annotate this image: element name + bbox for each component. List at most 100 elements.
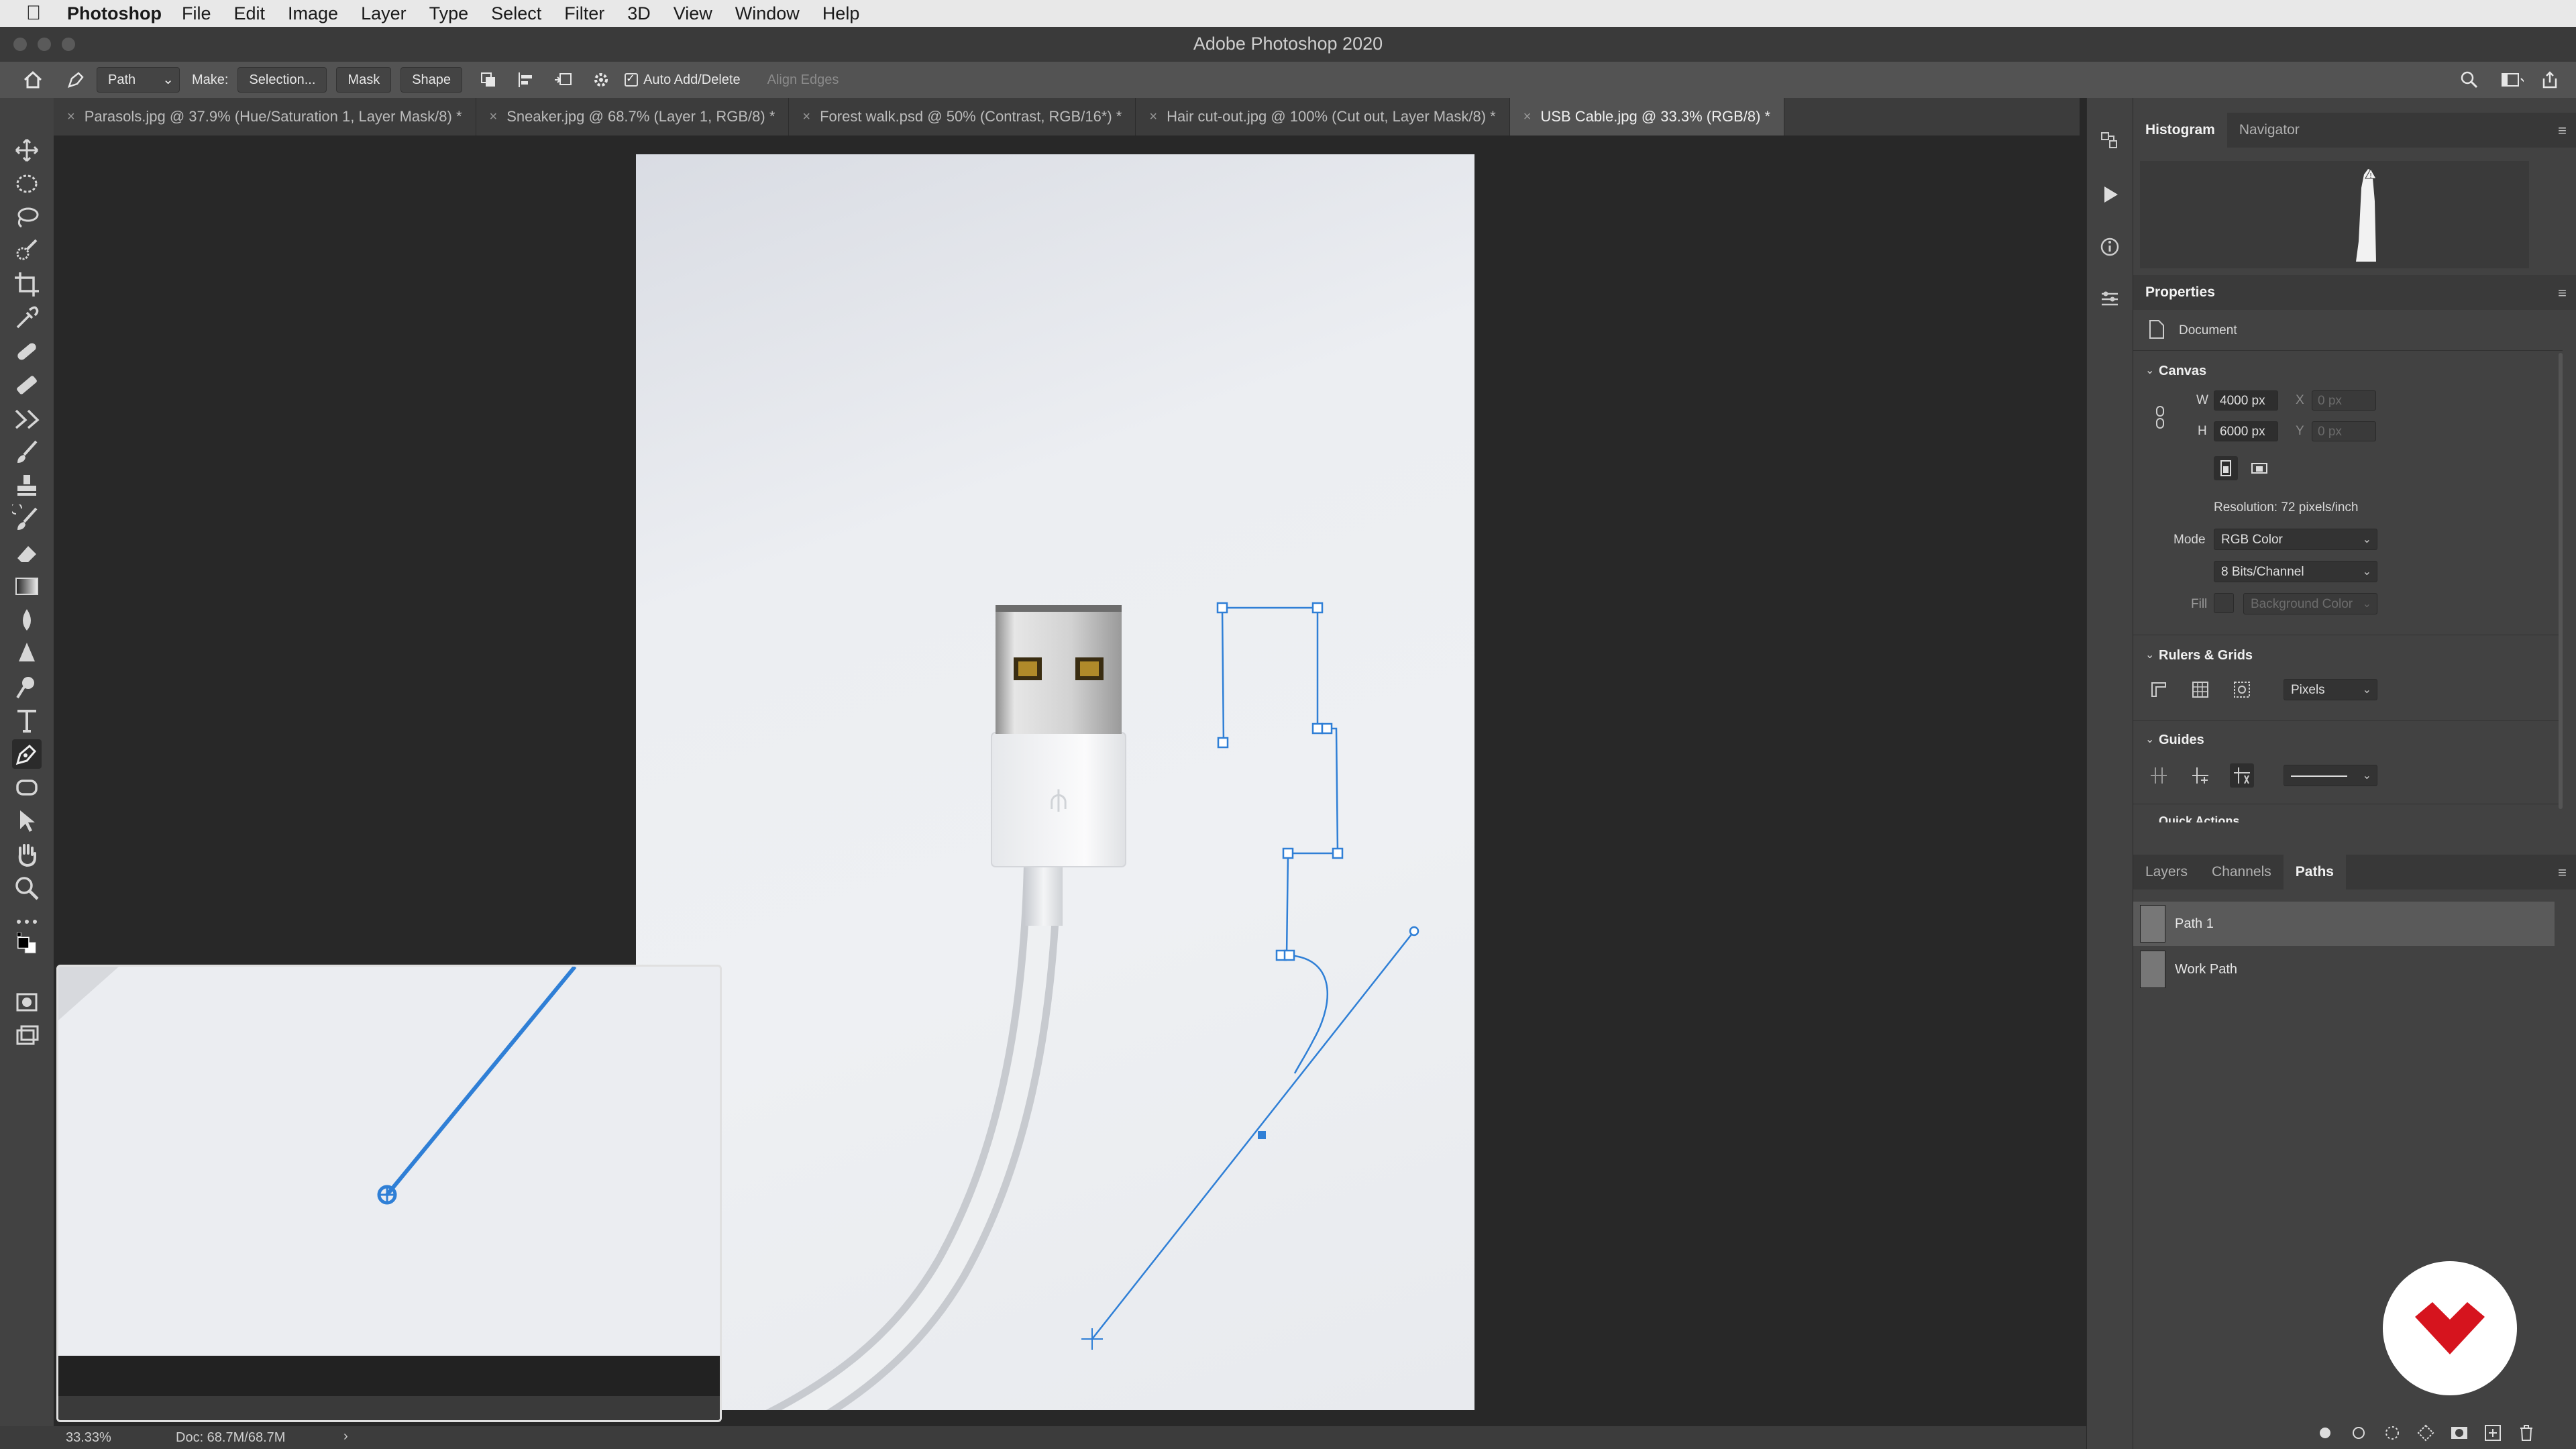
tab-hair-cut-out[interactable]: × Hair cut-out.jpg @ 100% (Cut out, Layer… <box>1136 98 1510 136</box>
home-icon[interactable] <box>21 68 44 91</box>
tab-navigator[interactable]: Navigator <box>2227 113 2312 148</box>
selection-load-icon[interactable] <box>2381 1422 2403 1444</box>
link-icon[interactable] <box>2153 405 2167 429</box>
history-icon[interactable] <box>2096 127 2123 154</box>
guide-layout-icon[interactable] <box>2147 763 2171 788</box>
info-icon[interactable] <box>2096 233 2123 260</box>
panel-menu-icon[interactable]: ≡ <box>2558 864 2567 881</box>
canvas-section-title[interactable]: Canvas <box>2159 364 2206 379</box>
eraser-tool-icon[interactable] <box>12 538 42 568</box>
landscape-orientation-icon[interactable] <box>2247 456 2271 480</box>
menu-filter[interactable]: Filter <box>564 3 604 24</box>
type-tool-icon[interactable] <box>12 706 42 735</box>
clone-stamp-tool-icon[interactable] <box>12 471 42 500</box>
path-alignment-icon[interactable] <box>515 68 537 91</box>
healing-brush-tool-icon[interactable] <box>12 337 42 366</box>
menu-3d[interactable]: 3D <box>627 3 651 24</box>
quick-actions-title[interactable]: Quick Actions <box>2159 814 2239 822</box>
pixel-grid-icon[interactable] <box>2230 678 2254 702</box>
lasso-tool-icon[interactable] <box>12 203 42 232</box>
path-arrangement-icon[interactable] <box>552 68 575 91</box>
tab-histogram[interactable]: Histogram <box>2133 113 2227 148</box>
hand-tool-icon[interactable] <box>12 840 42 869</box>
guide-style-dropdown[interactable]: ⌄ <box>2284 765 2377 786</box>
panel-menu-icon[interactable]: ≡ <box>2558 284 2567 302</box>
menu-select[interactable]: Select <box>491 3 541 24</box>
tool-mode-dropdown[interactable]: Path ⌄ <box>97 67 180 93</box>
trash-icon[interactable] <box>2516 1422 2537 1444</box>
screen-mode-icon[interactable] <box>12 1021 42 1051</box>
canvas-width-field[interactable]: 4000 px <box>2214 390 2278 411</box>
close-tab-icon[interactable]: × <box>1523 109 1532 125</box>
menu-layer[interactable]: Layer <box>361 3 407 24</box>
make-work-path-icon[interactable] <box>2415 1422 2436 1444</box>
properties-icon[interactable] <box>2096 286 2123 313</box>
close-tab-icon[interactable]: × <box>490 109 498 125</box>
color-mode-dropdown[interactable]: RGB Color ⌄ <box>2214 529 2377 550</box>
quick-selection-tool-icon[interactable] <box>12 236 42 266</box>
zoom-level[interactable]: 33.33% <box>66 1430 111 1446</box>
play-icon[interactable] <box>2096 181 2123 208</box>
pen-tool-icon[interactable] <box>12 739 42 769</box>
dodge-tool-icon[interactable] <box>12 639 42 668</box>
tab-usb-cable[interactable]: × USB Cable.jpg @ 33.3% (RGB/8) * <box>1509 98 1785 136</box>
fill-circle-icon[interactable] <box>2314 1422 2336 1444</box>
portrait-orientation-icon[interactable] <box>2214 456 2238 480</box>
ruler-units-dropdown[interactable]: Pixels ⌄ <box>2284 679 2377 700</box>
new-guide-layout-icon[interactable] <box>2188 763 2212 788</box>
move-tool-icon[interactable] <box>12 136 42 165</box>
menu-type[interactable]: Type <box>429 3 469 24</box>
grid-icon[interactable] <box>2188 678 2212 702</box>
gradient-tool-icon[interactable] <box>12 572 42 601</box>
chevron-down-icon[interactable]: ⌄ <box>2145 648 2154 661</box>
properties-scrollbar[interactable] <box>2559 353 2563 809</box>
panel-menu-icon[interactable]: ≡ <box>2558 122 2567 140</box>
canvas-height-field[interactable]: 6000 px <box>2214 421 2278 441</box>
brush-tool-icon[interactable] <box>12 370 42 400</box>
tab-parasols[interactable]: × Parasols.jpg @ 37.9% (Hue/Saturation 1,… <box>54 98 476 136</box>
path-row-work-path[interactable]: Work Path <box>2133 947 2555 991</box>
menu-image[interactable]: Image <box>288 3 338 24</box>
tab-forest-walk[interactable]: × Forest walk.psd @ 50% (Contrast, RGB/16… <box>789 98 1136 136</box>
content-aware-move-tool-icon[interactable] <box>12 404 42 433</box>
color-swatches-icon[interactable] <box>12 932 42 962</box>
status-menu-arrow[interactable]: › <box>343 1429 348 1444</box>
path-row-path-1[interactable]: Path 1 <box>2133 902 2555 946</box>
guides-from-shape-icon[interactable] <box>2230 763 2254 788</box>
menu-view[interactable]: View <box>674 3 712 24</box>
tab-sneaker[interactable]: × Sneaker.jpg @ 68.7% (Layer 1, RGB/8) * <box>476 98 790 136</box>
checkbox-checked-icon[interactable] <box>625 72 639 87</box>
pen-tool-icon[interactable] <box>64 68 87 91</box>
close-tab-icon[interactable]: × <box>1149 109 1157 125</box>
quick-mask-icon[interactable] <box>12 987 42 1017</box>
burn-tool-icon[interactable] <box>12 672 42 702</box>
shape-tool-icon[interactable] <box>12 773 42 802</box>
document-canvas[interactable]: ⫛ <box>636 154 1474 1410</box>
close-tab-icon[interactable]: × <box>67 109 75 125</box>
new-path-icon[interactable] <box>2482 1422 2504 1444</box>
tab-channels[interactable]: Channels <box>2200 855 2284 890</box>
make-selection-button[interactable]: Selection... <box>237 67 327 93</box>
menu-window[interactable]: Window <box>735 3 800 24</box>
make-mask-button[interactable]: Mask <box>336 67 392 93</box>
tab-layers[interactable]: Layers <box>2133 855 2200 890</box>
app-menu[interactable]: Photoshop <box>67 3 162 24</box>
eyedropper-tool-icon[interactable] <box>12 303 42 333</box>
guides-title[interactable]: Guides <box>2159 733 2204 748</box>
share-icon[interactable] <box>2538 68 2561 91</box>
crop-tool-icon[interactable] <box>12 270 42 299</box>
make-shape-button[interactable]: Shape <box>400 67 463 93</box>
gear-icon[interactable] <box>590 68 612 91</box>
workspace-icon[interactable] <box>2501 68 2524 91</box>
ruler-icon[interactable] <box>2147 678 2171 702</box>
menu-edit[interactable]: Edit <box>234 3 266 24</box>
history-brush-tool-icon[interactable] <box>12 504 42 534</box>
chevron-down-icon[interactable]: ⌄ <box>2145 733 2154 746</box>
apple-icon[interactable]:  <box>0 2 67 25</box>
path-selection-tool-icon[interactable] <box>12 806 42 836</box>
rulers-grids-title[interactable]: Rulers & Grids <box>2159 648 2253 663</box>
mask-icon[interactable] <box>2449 1422 2470 1444</box>
auto-add-delete-checkbox[interactable]: Auto Add/Delete <box>625 72 741 88</box>
stroke-circle-icon[interactable] <box>2348 1422 2369 1444</box>
zoom-tool-icon[interactable] <box>12 873 42 903</box>
